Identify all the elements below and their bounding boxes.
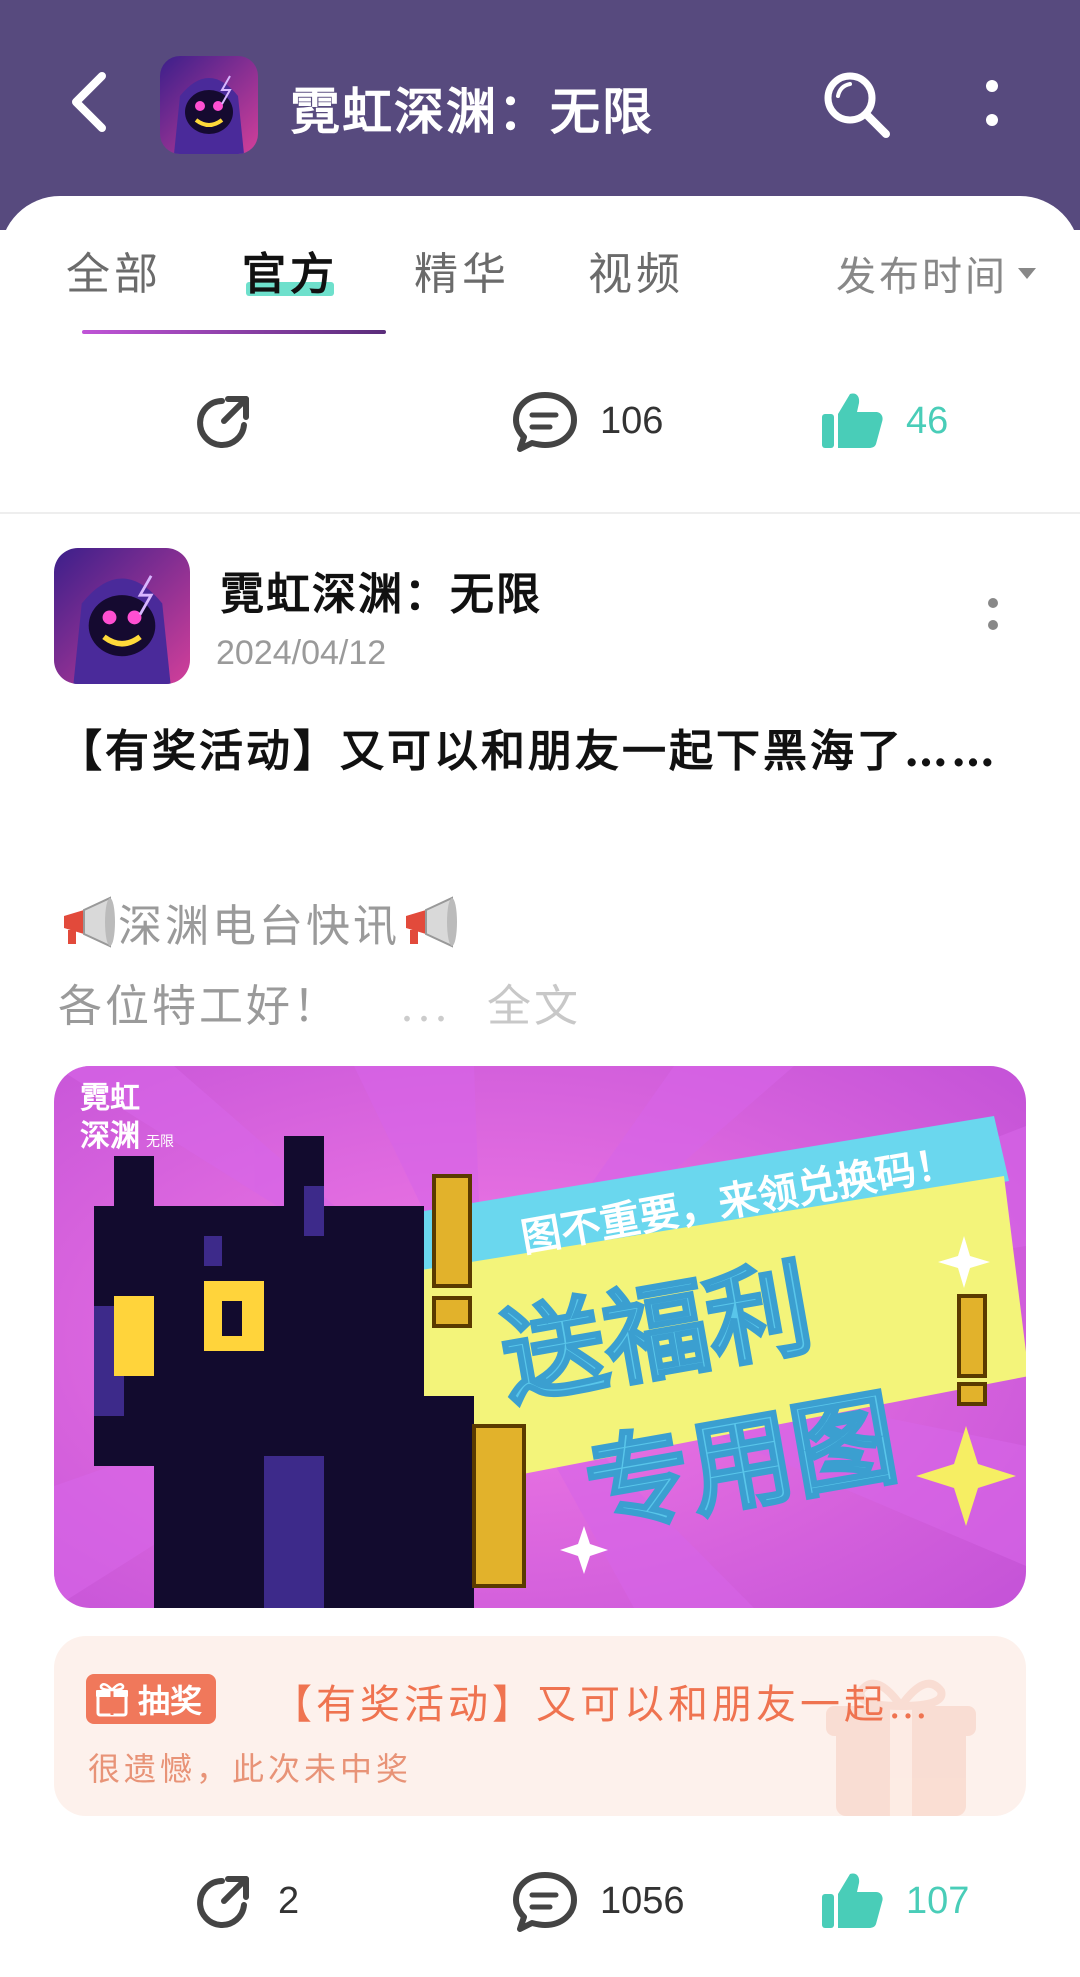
- tab-official[interactable]: 官方: [242, 238, 338, 302]
- like-count: 107: [906, 1879, 970, 1922]
- comment-icon: [513, 1872, 577, 1932]
- app-avatar[interactable]: [160, 56, 258, 154]
- thumbs-up-icon: [822, 393, 883, 448]
- lottery-status: 很遗憾，此次未中奖: [88, 1750, 413, 1788]
- megaphone-icon: [64, 896, 115, 948]
- lottery-badge-label: 抽奖: [138, 1682, 203, 1720]
- author-name[interactable]: 霓虹深渊：无限: [220, 558, 542, 622]
- gift-icon: [96, 1682, 128, 1717]
- app-title: 霓虹深渊：无限: [290, 82, 654, 141]
- author-avatar[interactable]: [54, 548, 190, 684]
- share-button[interactable]: 2: [192, 1856, 299, 1946]
- post-body-headline: 深渊电台快讯: [118, 901, 400, 952]
- post-banner-image[interactable]: 图不重要，来领兑换码！ 送福利 专用图 霓虹 深渊 无限: [54, 1066, 1026, 1608]
- sort-label: 发布时间: [836, 254, 1008, 300]
- caret-down-icon: [1018, 267, 1036, 279]
- share-count: 2: [278, 1879, 300, 1922]
- banner-logo-suffix: 无限: [146, 1134, 174, 1150]
- banner-logo-line-1: 霓虹: [80, 1081, 140, 1116]
- banner-logo-line-2: 深渊: [80, 1119, 140, 1154]
- post-divider: [0, 512, 1080, 514]
- more-vertical-icon[interactable]: [978, 78, 1006, 130]
- screen: 霓虹深渊：无限 全部 官方 精华 视频 发布时间 106 46 霓虹深渊：无限 …: [0, 0, 1080, 1977]
- post-more-icon[interactable]: [986, 596, 1000, 632]
- comment-icon: [513, 392, 577, 452]
- share-icon: [197, 1876, 249, 1928]
- share-button[interactable]: [192, 376, 256, 466]
- tab-featured[interactable]: 精华: [414, 238, 510, 302]
- like-button[interactable]: 46: [820, 376, 948, 466]
- search-icon[interactable]: [818, 66, 894, 142]
- tab-all[interactable]: 全部: [66, 238, 162, 302]
- lottery-title: 【有奖活动】又可以和朋友一起…: [272, 1682, 932, 1728]
- post-actions: 2 1056 107: [0, 1856, 1080, 1946]
- chevron-left-icon[interactable]: [66, 70, 114, 134]
- comment-button[interactable]: 106: [512, 376, 663, 466]
- post-body-line-1[interactable]: 深渊电台快讯: [58, 890, 460, 954]
- lottery-badge: 抽奖: [86, 1674, 217, 1724]
- ellipsis: ...: [400, 981, 451, 1032]
- content-panel: 全部 官方 精华 视频 发布时间 106 46 霓虹深渊：无限 2024/04/…: [0, 196, 1080, 1977]
- post-date: 2024/04/12: [216, 634, 387, 672]
- post-body-line-2[interactable]: 各位特工好！... 全文: [58, 970, 581, 1034]
- comment-button[interactable]: 1056: [512, 1856, 685, 1946]
- megaphone-icon: [406, 896, 457, 948]
- thumbs-up-icon: [822, 1873, 883, 1928]
- comment-count: 106: [600, 399, 664, 442]
- share-icon: [197, 396, 249, 448]
- post-title[interactable]: 【有奖活动】又可以和朋友一起下黑海了……: [58, 718, 1018, 786]
- like-count: 46: [906, 399, 949, 442]
- previous-post-image-edge: [82, 330, 386, 334]
- previous-post-actions: 106 46: [0, 376, 1080, 466]
- post-body-greeting: 各位特工好！: [58, 981, 340, 1032]
- full-text-link[interactable]: 全文: [487, 981, 581, 1032]
- lottery-card[interactable]: 抽奖 【有奖活动】又可以和朋友一起… 很遗憾，此次未中奖: [54, 1636, 1026, 1816]
- sort-dropdown[interactable]: 发布时间: [836, 244, 1036, 302]
- comment-count: 1056: [600, 1879, 685, 1922]
- tab-video[interactable]: 视频: [588, 238, 684, 302]
- tab-bar: 全部 官方 精华 视频 发布时间: [0, 196, 1080, 326]
- like-button[interactable]: 107: [820, 1856, 969, 1946]
